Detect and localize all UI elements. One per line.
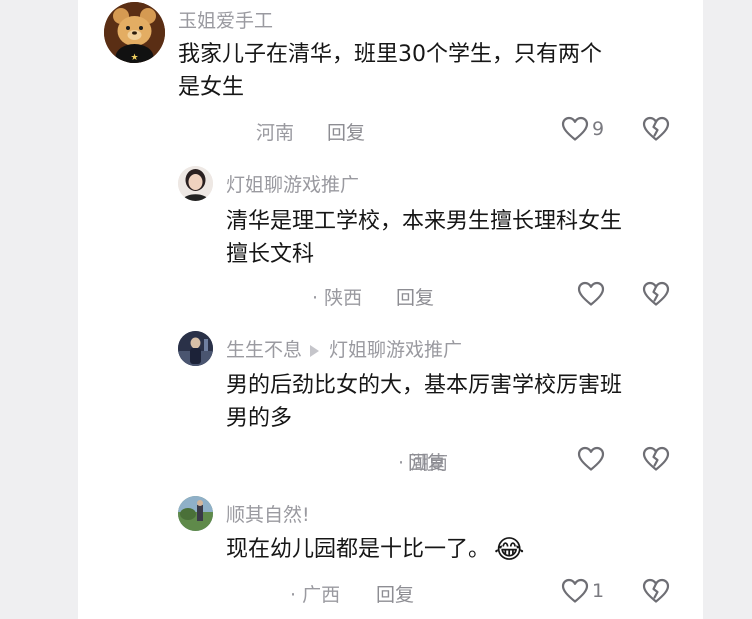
user-avatar[interactable]: [178, 331, 213, 366]
laughing-crying-emoji: 😂: [494, 535, 525, 565]
dislike-button[interactable]: [642, 578, 670, 604]
svg-text:★: ★: [130, 53, 138, 63]
comment-panel: ★ 玉姐爱手工 我家儿子在清华，班里30个学生，只有两个 是女生 河南 回复 9: [78, 0, 703, 619]
comment-text: 我家儿子在清华，班里30个学生，只有两个 是女生: [178, 38, 602, 104]
landscape-avatar-icon: [178, 496, 213, 531]
dislike-button[interactable]: [642, 446, 670, 472]
heart-outline-icon: [577, 281, 605, 306]
broken-heart-icon: [642, 446, 670, 471]
comment-text-line: 男的多: [226, 406, 293, 431]
like-count: 1: [592, 580, 605, 602]
broken-heart-icon: [642, 281, 670, 306]
reply-button[interactable]: 回复: [408, 448, 446, 475]
reply-button[interactable]: 回复: [376, 580, 414, 607]
comment-username[interactable]: 灯姐聊游戏推广: [226, 170, 359, 197]
comment-text-line: 清华是理工学校，本来男生擅长理科女生: [226, 209, 623, 234]
heart-outline-icon: [561, 116, 589, 141]
broken-heart-icon: [642, 116, 670, 141]
heart-outline-icon: [577, 446, 605, 471]
dislike-button[interactable]: [642, 281, 670, 307]
like-button[interactable]: 1: [561, 578, 604, 604]
comment-location: 河南: [256, 122, 295, 144]
broken-heart-icon: [642, 578, 670, 603]
comment-text-line: 我家儿子在清华，班里30个学生，只有两个: [178, 42, 602, 67]
comment-text: 清华是理工学校，本来男生擅长理科女生 擅长文科: [226, 205, 622, 271]
user-avatar[interactable]: ★: [104, 2, 165, 63]
reply-target-username[interactable]: 灯姐聊游戏推广: [329, 339, 462, 361]
comment-username[interactable]: 玉姐爱手工: [178, 6, 273, 33]
woman-avatar-icon: [178, 166, 213, 201]
reply-button[interactable]: 回复: [327, 118, 365, 145]
dislike-button[interactable]: [642, 116, 670, 142]
comment-username[interactable]: 生生不息: [226, 339, 302, 361]
comment-location: · 广西: [290, 584, 341, 606]
comment-text-line: 现在幼儿园都是十比一了。: [226, 537, 491, 562]
like-button[interactable]: 9: [561, 116, 604, 142]
user-avatar[interactable]: [178, 166, 213, 201]
dark-figure-avatar-icon: [178, 331, 213, 366]
comment-text: 男的后劲比女的大，基本厉害学校厉害班 男的多: [226, 369, 622, 435]
heart-outline-icon: [561, 578, 589, 603]
like-count: 9: [592, 118, 605, 140]
like-button[interactable]: [577, 446, 605, 472]
like-button[interactable]: [577, 281, 605, 307]
teddy-bear-avatar-icon: ★: [104, 2, 165, 63]
comment-text-line: 男的后劲比女的大，基本厉害学校厉害班: [226, 373, 623, 398]
reply-header: 生生不息 灯姐聊游戏推广: [226, 335, 462, 362]
reply-button[interactable]: 回复: [396, 283, 434, 310]
comment-username[interactable]: 顺其自然!: [226, 500, 310, 527]
comment-text: 现在幼儿园都是十比一了。 😂: [226, 533, 524, 567]
comment-text-line: 是女生: [178, 75, 245, 100]
user-avatar[interactable]: [178, 496, 213, 531]
comment-location: · 陕西: [312, 287, 363, 309]
comment-text-line: 擅长文科: [226, 242, 315, 267]
reply-arrow-icon: [310, 344, 320, 357]
